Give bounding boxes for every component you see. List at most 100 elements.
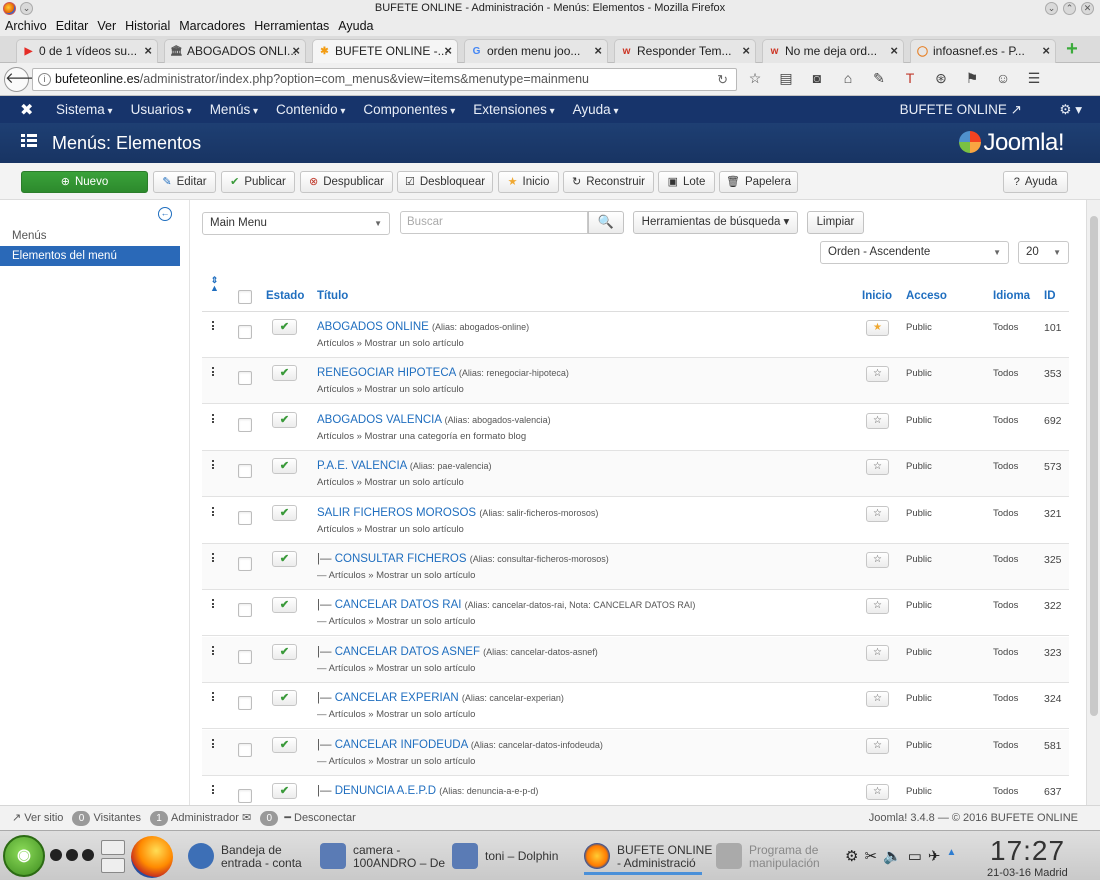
pocket-icon[interactable]: ◙ — [807, 70, 827, 87]
extension-icon[interactable]: ✎ — [869, 70, 889, 87]
battery-icon[interactable]: ▭ — [908, 847, 922, 865]
published-status-toggle[interactable]: ✔ — [272, 319, 297, 335]
published-status-toggle[interactable]: ✔ — [272, 458, 297, 474]
topmenu-sistema[interactable]: Sistema — [56, 96, 113, 125]
sidebar-toggle-icon[interactable]: ← — [158, 207, 172, 221]
tab-youtube[interactable]: ▶ 0 de 1 vídeos su... × — [16, 39, 158, 63]
search-tools-button[interactable]: Herramientas de búsqueda ▾ — [633, 211, 798, 234]
tab-close-icon[interactable]: × — [144, 40, 152, 62]
trash-button[interactable]: 🗑 Papelera — [719, 171, 798, 193]
table-row[interactable]: ✔ ABOGADOS ONLINE (Alias: abogados-online… — [202, 312, 1069, 358]
table-row[interactable]: ✔ ABOGADOS VALENCIA (Alias: abogados-vale… — [202, 405, 1069, 451]
menu-ayuda[interactable]: Ayuda — [338, 17, 373, 36]
table-row[interactable]: ✔ |— CANCELAR DATOS RAI (Alias: cancelar-… — [202, 590, 1069, 636]
default-home-toggle[interactable]: ☆ — [866, 552, 889, 568]
default-home-toggle[interactable]: ★ — [866, 320, 889, 336]
url-bar[interactable]: i bufeteonline.es/administrator/index.ph… — [32, 68, 737, 91]
default-home-toggle[interactable]: ☆ — [866, 366, 889, 382]
col-titulo[interactable]: Título — [317, 290, 348, 302]
drag-handle-icon[interactable] — [212, 785, 214, 796]
back-button[interactable]: 🡐 — [4, 67, 45, 92]
published-status-toggle[interactable]: ✔ — [272, 690, 297, 706]
tab-abogados[interactable]: 🏛 ABOGADOS ONLI... × — [164, 39, 306, 63]
app-launcher-icon[interactable]: ◉ — [3, 835, 45, 877]
scrollbar-thumb[interactable] — [1090, 216, 1098, 716]
row-checkbox[interactable] — [238, 418, 252, 432]
bookmark-star-icon[interactable]: ☆ — [745, 70, 765, 87]
row-checkbox[interactable] — [238, 696, 252, 710]
row-checkbox[interactable] — [238, 511, 252, 525]
checkin-button[interactable]: ☑ Desbloquear — [397, 171, 493, 193]
menu-historial[interactable]: Historial — [125, 17, 170, 36]
view-site-link[interactable]: Ver sitio — [24, 812, 63, 824]
help-button[interactable]: ? Ayuda — [1003, 171, 1068, 193]
tab-no-me-deja[interactable]: w No me deja ord... × — [762, 39, 904, 63]
addon-icon[interactable]: ⊛ — [931, 70, 951, 87]
limit-select[interactable]: 20 ▼ — [1018, 241, 1069, 264]
search-button[interactable]: 🔍 — [588, 211, 624, 234]
drag-handle-icon[interactable] — [212, 599, 214, 610]
row-title-link[interactable]: P.A.E. VALENCIA — [317, 460, 407, 472]
table-row[interactable]: ✔ |— CANCELAR EXPERIAN (Alias: cancelar-e… — [202, 683, 1069, 729]
drag-handle-icon[interactable] — [212, 507, 214, 518]
row-title-link[interactable]: SALIR FICHEROS MOROSOS — [317, 507, 476, 519]
tab-responder[interactable]: w Responder Tem... × — [614, 39, 756, 63]
default-home-toggle[interactable]: ☆ — [866, 598, 889, 614]
task-firefox[interactable]: BUFETE ONLINE - Administració — [584, 841, 712, 875]
window-menu-icon[interactable]: ⌄ — [20, 2, 33, 15]
col-acceso[interactable]: Acceso — [906, 290, 947, 302]
tab-close-icon[interactable]: × — [594, 40, 602, 62]
drag-handle-icon[interactable] — [212, 692, 214, 703]
table-row[interactable]: ✔ |— CONSULTAR FICHEROS (Alias: consultar… — [202, 544, 1069, 590]
row-title-link[interactable]: CANCELAR DATOS RAI — [335, 599, 462, 611]
drag-handle-icon[interactable] — [212, 460, 214, 471]
row-checkbox[interactable] — [238, 557, 252, 571]
task-gimp[interactable]: Programa de manipulación — [716, 841, 834, 875]
default-home-toggle[interactable]: ☆ — [866, 645, 889, 661]
row-title-link[interactable]: CONSULTAR FICHEROS — [335, 553, 467, 565]
menu-archivo[interactable]: Archivo — [5, 17, 47, 36]
page-scrollbar[interactable] — [1086, 200, 1100, 805]
table-row[interactable]: ✔ SALIR FICHEROS MOROSOS (Alias: salir-fi… — [202, 498, 1069, 544]
published-status-toggle[interactable]: ✔ — [272, 365, 297, 381]
clear-button[interactable]: Limpiar — [807, 211, 864, 234]
tab-google[interactable]: G orden menu joo... × — [464, 39, 608, 63]
search-input[interactable]: Buscar — [400, 211, 588, 234]
tab-close-icon[interactable]: × — [890, 40, 898, 62]
clock-time[interactable]: 17:27 — [990, 835, 1065, 867]
publish-button[interactable]: ✔ Publicar — [221, 171, 295, 193]
tab-close-icon[interactable]: × — [444, 40, 452, 62]
topmenu-componentes[interactable]: Componentes — [363, 96, 455, 125]
default-home-toggle[interactable]: ☆ — [866, 413, 889, 429]
tools-tray-icon[interactable]: ✂ — [864, 847, 877, 865]
default-home-toggle[interactable]: ☆ — [866, 784, 889, 800]
topmenu-ayuda[interactable]: Ayuda — [573, 96, 619, 125]
col-inicio[interactable]: Inicio — [862, 290, 892, 302]
row-title-link[interactable]: ABOGADOS VALENCIA — [317, 414, 441, 426]
published-status-toggle[interactable]: ✔ — [272, 551, 297, 567]
tab-close-icon[interactable]: × — [1042, 40, 1050, 62]
flag-icon[interactable]: ⚑ — [962, 70, 982, 87]
tab-close-icon[interactable]: × — [742, 40, 750, 62]
maximize-icon[interactable]: ⌃ — [1063, 2, 1076, 15]
row-checkbox[interactable] — [238, 650, 252, 664]
row-checkbox[interactable] — [238, 464, 252, 478]
info-icon[interactable]: i — [38, 73, 51, 86]
topmenu-menus[interactable]: Menús — [210, 96, 258, 125]
reload-icon[interactable]: ↻ — [717, 69, 728, 90]
default-home-toggle[interactable]: ☆ — [866, 506, 889, 522]
joomla-logo-icon[interactable]: ✖ — [20, 100, 33, 120]
drag-handle-icon[interactable] — [212, 553, 214, 564]
edit-button[interactable]: ✎ Editar — [153, 171, 216, 193]
menu-select[interactable]: Main Menu ▼ — [202, 212, 390, 235]
rebuild-button[interactable]: ↻ Reconstruir — [563, 171, 654, 193]
published-status-toggle[interactable]: ✔ — [272, 737, 297, 753]
row-checkbox[interactable] — [238, 325, 252, 339]
drag-handle-icon[interactable] — [212, 367, 214, 378]
gear-icon[interactable]: ⚙ ▾ — [1059, 96, 1082, 123]
unpublish-button[interactable]: ⊗ Despublicar — [300, 171, 393, 193]
topmenu-contenido[interactable]: Contenido — [276, 96, 345, 125]
translate-icon[interactable]: T — [900, 70, 920, 87]
minimize-icon[interactable]: ⌄ — [1045, 2, 1058, 15]
drag-handle-icon[interactable] — [212, 646, 214, 657]
